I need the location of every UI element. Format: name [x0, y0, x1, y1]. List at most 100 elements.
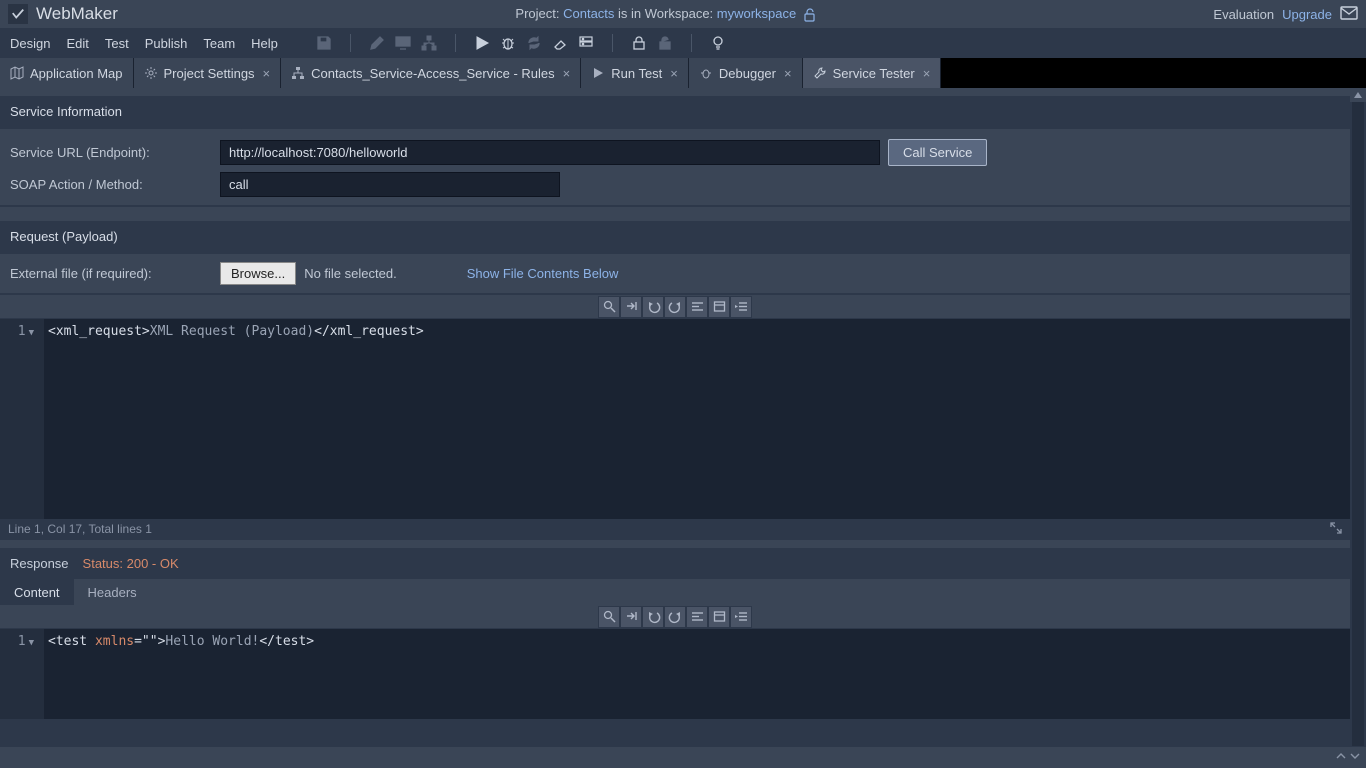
menu-test[interactable]: Test — [97, 30, 137, 57]
no-file-label: No file selected. — [304, 266, 397, 281]
app-logo-icon — [8, 4, 28, 24]
tab-label: Contacts_Service-Access_Service - Rules — [311, 66, 554, 81]
menu-help[interactable]: Help — [243, 30, 286, 57]
gear-icon — [144, 66, 158, 80]
response-header: Response Status: 200 - OK — [0, 540, 1350, 579]
refresh-icon — [526, 35, 542, 51]
xml-open-tag: <xml_request> — [48, 324, 150, 339]
tab-label: Application Map — [30, 66, 123, 81]
browse-button[interactable]: Browse... — [220, 262, 296, 285]
menu-edit[interactable]: Edit — [58, 30, 96, 57]
request-header: Request (Payload) — [0, 221, 1350, 252]
unlock-icon[interactable] — [804, 8, 816, 22]
play-icon[interactable] — [474, 35, 490, 51]
close-icon[interactable]: × — [923, 66, 931, 81]
service-url-input[interactable] — [220, 140, 880, 165]
tab-contacts-rules[interactable]: Contacts_Service-Access_Service - Rules … — [281, 58, 581, 88]
sitemap-icon — [291, 66, 305, 80]
tab-label: Service Tester — [833, 66, 915, 81]
soap-action-input[interactable] — [220, 172, 560, 197]
vertical-scrollbar[interactable] — [1350, 88, 1366, 746]
tab-headers[interactable]: Headers — [74, 579, 151, 605]
menu-design[interactable]: Design — [2, 30, 58, 57]
close-icon[interactable]: × — [670, 66, 678, 81]
align-left-icon[interactable] — [686, 606, 708, 628]
scroll-track[interactable] — [1352, 102, 1364, 746]
title-bar: WebMaker Project: Contacts is in Workspa… — [0, 0, 1366, 28]
external-file-label: External file (if required): — [10, 266, 220, 281]
server-icon[interactable] — [578, 35, 594, 51]
workspace-name-link[interactable]: myworkspace — [717, 6, 796, 21]
menu-team[interactable]: Team — [195, 30, 243, 57]
tab-application-map[interactable]: Application Map — [0, 58, 134, 88]
play-icon — [591, 66, 605, 80]
redo-icon[interactable] — [664, 606, 686, 628]
lightbulb-icon[interactable] — [710, 35, 726, 51]
search-icon[interactable] — [598, 606, 620, 628]
show-file-link[interactable]: Show File Contents Below — [467, 266, 619, 281]
separator — [691, 34, 692, 52]
undo-icon[interactable] — [642, 606, 664, 628]
tab-debugger[interactable]: Debugger × — [689, 58, 803, 88]
lock-icon[interactable] — [631, 35, 647, 51]
response-editor[interactable]: 1▼ <test xmlns="">Hello World!</test> — [0, 629, 1350, 719]
code-area[interactable]: <test xmlns="">Hello World!</test> — [44, 629, 1350, 719]
line-number: 1 — [18, 634, 26, 649]
editor-status-line: Line 1, Col 17, Total lines 1 — [0, 519, 1350, 540]
menu-publish[interactable]: Publish — [137, 30, 196, 57]
close-icon[interactable]: × — [784, 66, 792, 81]
soap-label: SOAP Action / Method: — [10, 177, 220, 192]
chevron-up-icon[interactable] — [1336, 752, 1346, 763]
tab-content[interactable]: Content — [0, 579, 74, 605]
monitor-icon — [395, 35, 411, 51]
goto-icon[interactable] — [620, 296, 642, 318]
resp-close-tag: </test> — [259, 634, 314, 649]
request-editor[interactable]: 1▼ <xml_request>XML Request (Payload)</x… — [0, 319, 1350, 519]
undo-icon[interactable] — [642, 296, 664, 318]
eraser-icon[interactable] — [552, 35, 568, 51]
request-editor-toolbar — [0, 295, 1350, 319]
tab-strip: Application Map Project Settings × Conta… — [0, 58, 1366, 88]
fold-icon[interactable]: ▼ — [29, 328, 34, 338]
scroll-up-icon[interactable] — [1350, 88, 1366, 102]
call-service-button[interactable]: Call Service — [888, 139, 987, 166]
service-info-header: Service Information — [0, 96, 1350, 127]
line-gutter: 1▼ — [0, 629, 44, 719]
resp-attr: xmlns — [95, 634, 134, 649]
close-icon[interactable]: × — [563, 66, 571, 81]
indent-icon[interactable] — [730, 606, 752, 628]
unlock-icon — [657, 35, 673, 51]
map-icon — [10, 66, 24, 80]
tab-service-tester[interactable]: Service Tester × — [803, 58, 942, 88]
response-tabs: Content Headers — [0, 579, 1350, 605]
request-body: External file (if required): Browse... N… — [0, 252, 1350, 295]
response-status: Status: 200 - OK — [83, 556, 179, 571]
expand-icon[interactable] — [1330, 522, 1342, 537]
code-area[interactable]: <xml_request>XML Request (Payload)</xml_… — [44, 319, 1350, 519]
indent-icon[interactable] — [730, 296, 752, 318]
chevron-down-icon[interactable] — [1350, 752, 1360, 763]
xml-close-tag: </xml_request> — [314, 324, 424, 339]
status-bar — [0, 746, 1366, 768]
project-name-link[interactable]: Contacts — [563, 6, 614, 21]
tab-run-test[interactable]: Run Test × — [581, 58, 689, 88]
separator — [455, 34, 456, 52]
edit-icon — [369, 35, 385, 51]
window-icon[interactable] — [708, 606, 730, 628]
tab-label: Debugger — [719, 66, 776, 81]
fold-icon[interactable]: ▼ — [29, 638, 34, 648]
mail-icon[interactable] — [1340, 6, 1358, 23]
line-gutter: 1▼ — [0, 319, 44, 519]
redo-icon[interactable] — [664, 296, 686, 318]
search-icon[interactable] — [598, 296, 620, 318]
bug-icon[interactable] — [500, 35, 516, 51]
url-label: Service URL (Endpoint): — [10, 145, 220, 160]
align-left-icon[interactable] — [686, 296, 708, 318]
upgrade-link[interactable]: Upgrade — [1282, 7, 1332, 22]
goto-icon[interactable] — [620, 606, 642, 628]
tab-project-settings[interactable]: Project Settings × — [134, 58, 282, 88]
window-icon[interactable] — [708, 296, 730, 318]
save-icon — [316, 35, 332, 51]
close-icon[interactable]: × — [263, 66, 271, 81]
tab-label: Project Settings — [164, 66, 255, 81]
